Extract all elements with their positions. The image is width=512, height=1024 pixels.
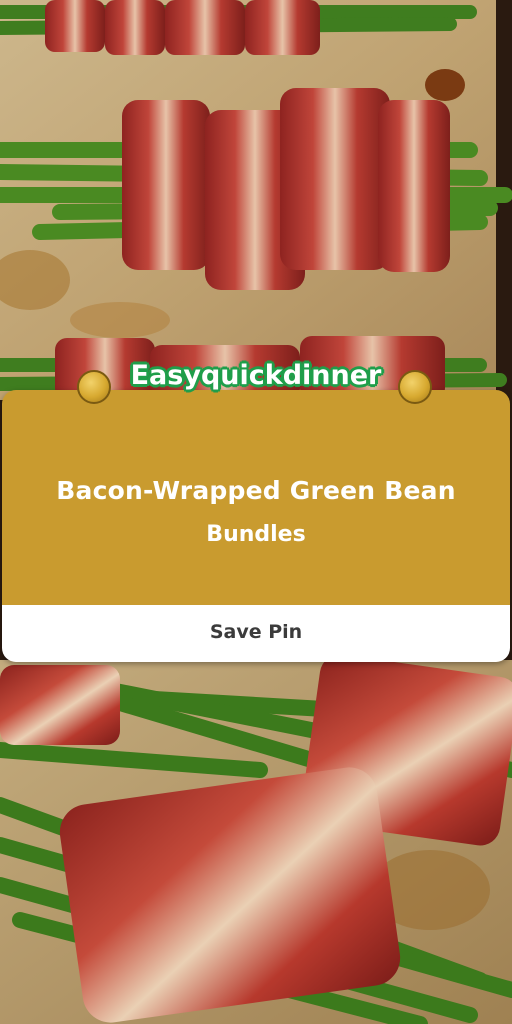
save-pin-label: Save Pin [209,621,303,643]
title-panel: Bacon-Wrapped Green Bean Bundles [2,390,510,605]
recipe-title-card: Bacon-Wrapped Green Bean Bundles Save Pi… [2,390,510,662]
recipe-title-line-2: Bundles [206,522,306,547]
save-pin-button[interactable]: Save Pin [2,605,510,662]
brand-logo-text: Easyquickdinner [130,360,382,391]
bottom-food-photo [0,660,512,1024]
recipe-title-line-1: Bacon-Wrapped Green Bean [56,476,456,505]
top-food-photo [0,0,512,400]
